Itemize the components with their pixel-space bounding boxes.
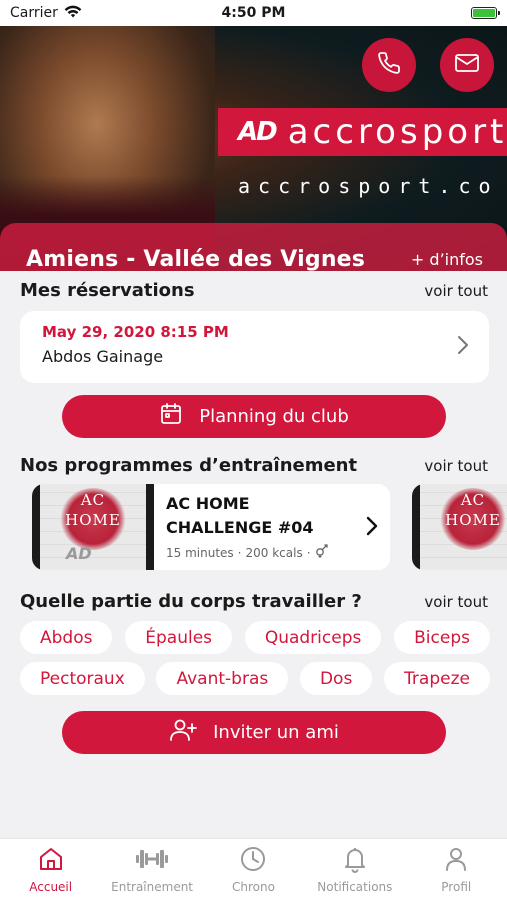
status-time: 4:50 PM: [221, 5, 286, 21]
meta-separator: ·: [237, 545, 242, 560]
thumbnail-line-1: AC: [80, 491, 106, 509]
reservation-name: Abdos Gainage: [42, 347, 164, 366]
carrier-label: Carrier: [10, 5, 58, 21]
tab-bar: Accueil Entraînement Chrono Notification…: [0, 838, 507, 900]
program-card[interactable]: AC HOME AD AC HOME CHALLENGE #04 15 minu…: [32, 484, 390, 570]
body-parts-see-all-link[interactable]: voir tout: [424, 593, 488, 611]
email-button[interactable]: [440, 38, 494, 92]
reservation-card[interactable]: May 29, 2020 8:15 PM Abdos Gainage: [20, 311, 489, 383]
program-meta: 15 minutes · 200 kcals ·: [166, 544, 378, 561]
thumbnail-logo: AD: [66, 544, 92, 563]
call-button[interactable]: [362, 38, 416, 92]
programs-header: Nos programmes d’entraînement voir tout: [20, 455, 488, 476]
program-thumbnail-text: AC HOME: [442, 490, 504, 530]
reservations-title: Mes réservations: [20, 280, 195, 301]
status-left: Carrier: [10, 5, 160, 22]
body-parts-title: Quelle partie du corps travailler ?: [20, 591, 362, 612]
gender-icon: [315, 544, 329, 561]
tab-chrono[interactable]: Chrono: [203, 845, 303, 900]
club-header: Amiens - Vallée des Vignes + d’infos: [0, 223, 507, 271]
chip-abdos[interactable]: Abdos: [20, 621, 113, 654]
invite-friend-button[interactable]: Inviter un ami: [62, 711, 446, 754]
chip-epaules[interactable]: Épaules: [125, 621, 233, 654]
club-planning-button[interactable]: Planning du club: [62, 395, 446, 438]
chip-row-1: Abdos Épaules Quadriceps Biceps: [20, 621, 490, 654]
chip-trapeze[interactable]: Trapeze: [384, 662, 490, 695]
tab-label: Notifications: [317, 880, 393, 894]
calendar-icon: [159, 402, 183, 431]
home-icon: [37, 845, 65, 876]
tab-notifications[interactable]: Notifications: [305, 845, 405, 900]
clock-icon: [239, 845, 267, 876]
club-name: Amiens - Vallée des Vignes: [26, 247, 366, 271]
phone-icon: [377, 51, 401, 79]
thumbnail-line-2: HOME: [445, 511, 501, 529]
tab-label: Entraînement: [111, 880, 194, 894]
programs-carousel[interactable]: AC HOME AD AC HOME CHALLENGE #04 15 minu…: [0, 484, 507, 570]
program-title: AC HOME CHALLENGE #04: [166, 494, 314, 537]
chevron-right-icon: [366, 516, 378, 540]
thumbnail-line-1: AC: [460, 491, 486, 509]
program-thumbnail-text: AC HOME: [62, 490, 124, 530]
program-calories: 200 kcals: [245, 545, 303, 560]
wifi-icon: [64, 5, 82, 22]
program-duration: 15 minutes: [166, 545, 234, 560]
chip-dos[interactable]: Dos: [299, 662, 373, 695]
tab-accueil[interactable]: Accueil: [1, 845, 101, 900]
program-thumbnail: AC HOME: [412, 484, 507, 570]
body-parts-header: Quelle partie du corps travailler ? voir…: [20, 591, 488, 612]
program-body: AC HOME CHALLENGE #04 15 minutes · 200 k…: [154, 484, 390, 570]
hero-banner: AD accrosport accrosport.co Amiens - Val…: [0, 26, 507, 271]
tab-label: Accueil: [29, 880, 73, 894]
more-info-link[interactable]: + d’infos: [411, 250, 483, 269]
chip-pectoraux[interactable]: Pectoraux: [20, 662, 145, 695]
program-thumbnail: AC HOME AD: [32, 484, 154, 570]
brand-banner: AD accrosport: [218, 108, 507, 156]
add-user-icon: [169, 718, 198, 747]
tab-entrainement[interactable]: Entraînement: [102, 845, 202, 900]
programs-see-all-link[interactable]: voir tout: [424, 457, 488, 475]
tab-label: Profil: [441, 880, 472, 894]
tab-label: Chrono: [231, 880, 275, 894]
reservation-date: May 29, 2020 8:15 PM: [42, 323, 229, 341]
reservations-see-all-link[interactable]: voir tout: [424, 282, 488, 300]
brand-name: accrosport: [287, 112, 507, 152]
thumbnail-line-2: HOME: [65, 511, 121, 529]
tab-profil[interactable]: Profil: [406, 845, 506, 900]
status-right: [347, 7, 500, 19]
chip-biceps[interactable]: Biceps: [394, 621, 490, 654]
planning-label: Planning du club: [199, 406, 349, 427]
mail-icon: [454, 52, 480, 78]
status-bar: Carrier 4:50 PM: [0, 0, 507, 26]
brand-logo-mark: AD: [238, 117, 278, 147]
bell-icon: [341, 845, 369, 876]
invite-label: Inviter un ami: [213, 722, 339, 743]
chevron-right-icon: [457, 335, 469, 359]
reservations-header: Mes réservations voir tout: [20, 280, 488, 301]
program-card-next[interactable]: AC HOME: [412, 484, 507, 570]
chip-avant-bras[interactable]: Avant-bras: [156, 662, 289, 695]
battery-icon: [470, 7, 500, 19]
brand-url: accrosport.co: [238, 174, 499, 198]
dumbbell-icon: [134, 845, 170, 876]
chip-quadriceps[interactable]: Quadriceps: [244, 621, 382, 654]
user-icon: [442, 845, 470, 876]
chip-row-2: Pectoraux Avant-bras Dos Trapeze: [20, 662, 490, 695]
programs-title: Nos programmes d’entraînement: [20, 455, 358, 476]
meta-separator-2: ·: [306, 545, 311, 560]
body-parts-chips: Abdos Épaules Quadriceps Biceps Pectorau…: [20, 621, 490, 703]
